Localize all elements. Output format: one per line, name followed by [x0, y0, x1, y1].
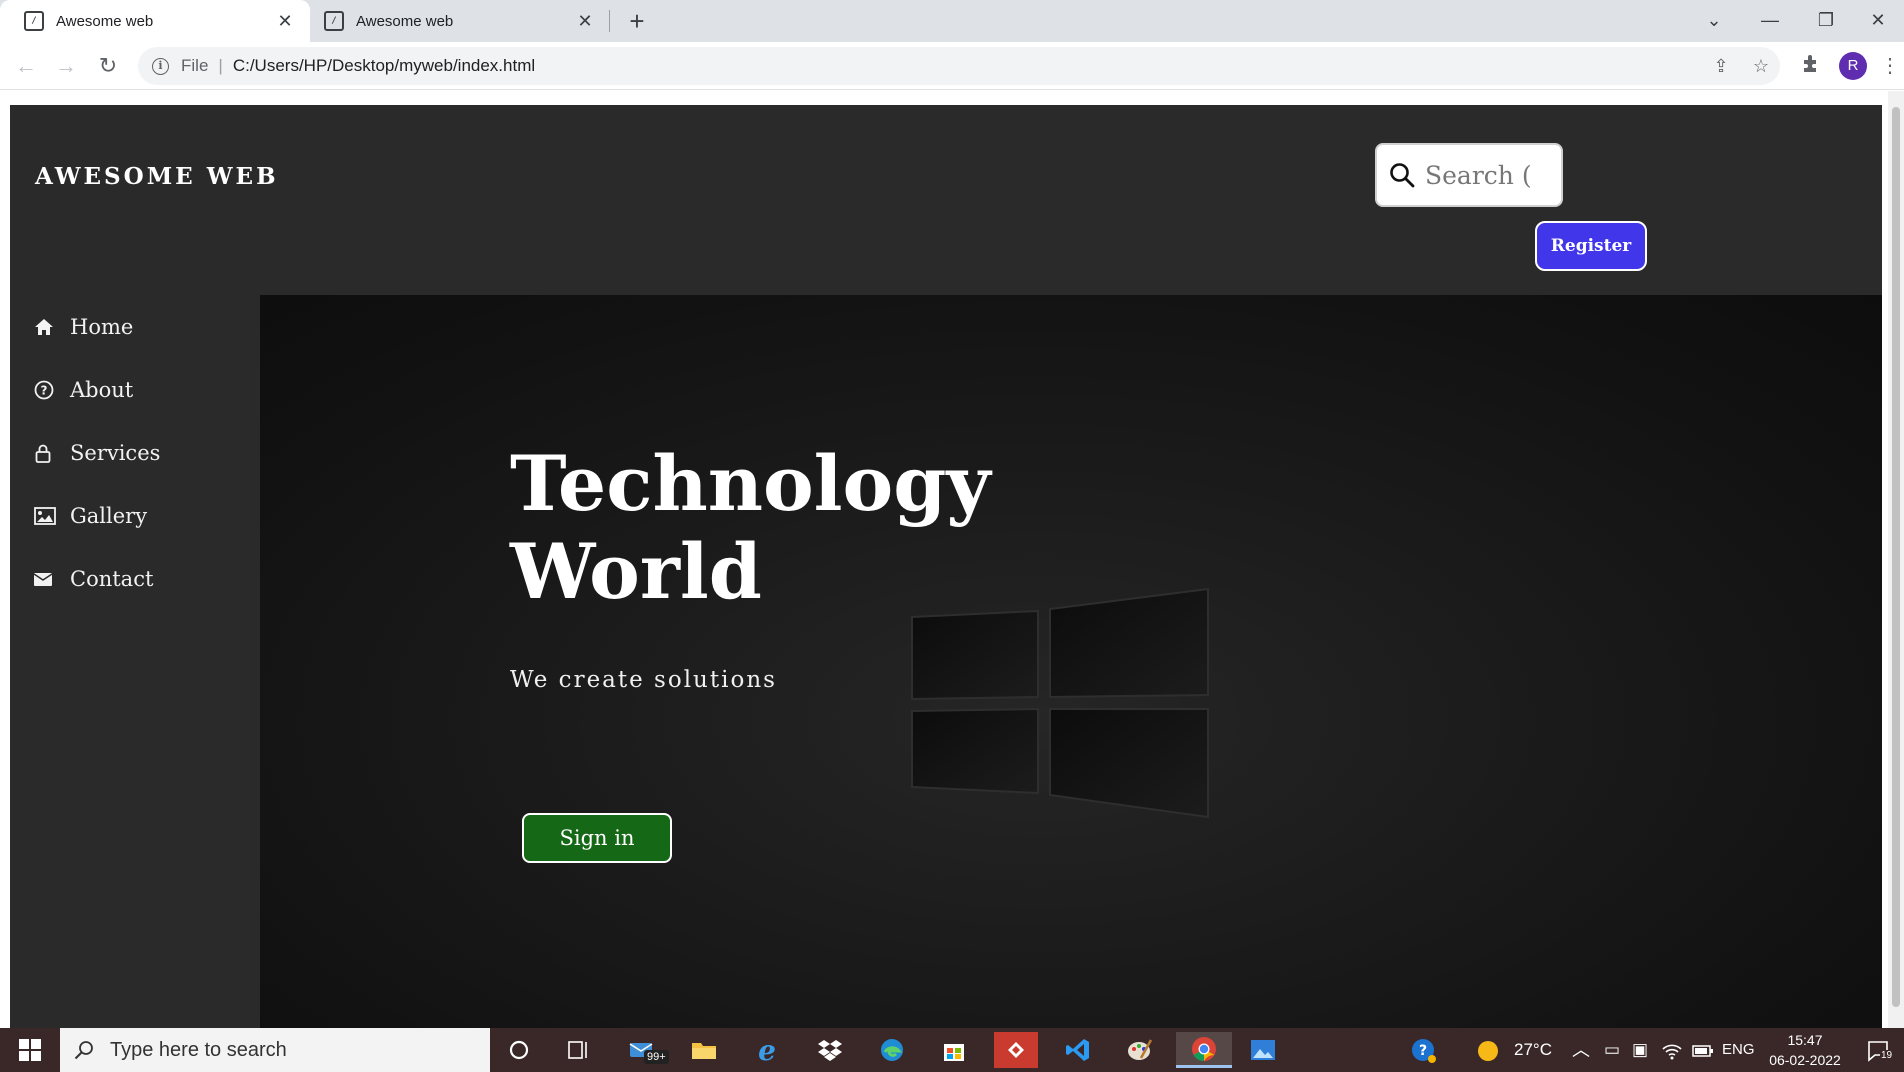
sidebar-item-services[interactable]: Services	[34, 441, 160, 465]
sidebar-item-label: Services	[70, 441, 161, 465]
mail-icon[interactable]: 99+	[620, 1032, 669, 1068]
taskbar: Type here to search 99+ e ? 27°C ︿ ▭ ▣ E…	[0, 1028, 1904, 1072]
url-divider: |	[218, 56, 223, 75]
more-options-icon[interactable]: ⋮	[1880, 52, 1900, 80]
star-icon[interactable]: ☆	[1746, 47, 1776, 85]
task-view-icon[interactable]	[557, 1032, 601, 1068]
scrollbar[interactable]	[1888, 91, 1904, 1028]
browser-tab-bar: / Awesome web ✕ / Awesome web ✕ + ⌄ — ❐ …	[0, 0, 1904, 42]
browser-tab[interactable]: / Awesome web ✕	[300, 0, 610, 42]
sidebar-item-label: About	[70, 378, 134, 402]
brand-logo[interactable]: AWESOME WEB	[35, 163, 279, 190]
photos-icon[interactable]	[1241, 1032, 1285, 1068]
envelope-icon	[34, 572, 60, 586]
tab-title: Awesome web	[56, 12, 154, 30]
weather-temperature[interactable]: 27°C	[1514, 1028, 1552, 1072]
back-icon[interactable]: ←	[10, 50, 42, 82]
share-icon[interactable]: ⇪	[1706, 47, 1736, 85]
close-tab-icon[interactable]: ✕	[274, 11, 296, 32]
page-viewport: AWESOME WEB Register Home ?	[0, 91, 1904, 1028]
hero-title: Technology World	[510, 440, 1110, 616]
image-icon	[34, 507, 60, 525]
hero-subtitle: We create solutions	[510, 667, 777, 693]
url-text[interactable]: C:/Users/HP/Desktop/myweb/index.html	[233, 56, 535, 76]
help-icon[interactable]: ?	[1410, 1028, 1438, 1072]
tab-divider	[609, 10, 610, 32]
address-bar[interactable]: i File | C:/Users/HP/Desktop/myweb/index…	[138, 47, 1780, 85]
search-input[interactable]	[1425, 160, 1545, 190]
sidebar-item-contact[interactable]: Contact	[34, 567, 153, 591]
chrome-icon[interactable]	[1176, 1032, 1232, 1068]
language-indicator[interactable]: ENG	[1722, 1028, 1755, 1072]
web-page: AWESOME WEB Register Home ?	[10, 105, 1882, 1028]
edge-icon[interactable]	[870, 1032, 914, 1068]
windows-logo-background	[911, 587, 1209, 819]
avatar[interactable]: R	[1839, 52, 1867, 80]
clock[interactable]: 15:47 06-02-2022	[1760, 1030, 1850, 1070]
vscode-icon[interactable]	[1056, 1032, 1100, 1068]
search-icon	[74, 1041, 93, 1060]
reload-icon[interactable]: ↻	[92, 50, 124, 82]
close-tab-icon[interactable]: ✕	[574, 11, 596, 32]
internet-explorer-icon[interactable]: e	[745, 1032, 789, 1068]
restore-icon[interactable]: ❐	[1798, 0, 1854, 42]
hero-title-line: World	[510, 527, 762, 616]
display-icon[interactable]: ▣	[1632, 1028, 1648, 1072]
anydesk-icon[interactable]	[994, 1032, 1038, 1068]
browser-toolbar: ← → ↻ i File | C:/Users/HP/Desktop/myweb…	[0, 42, 1904, 90]
sign-in-button[interactable]: Sign in	[522, 813, 672, 863]
sidebar-item-about[interactable]: ? About	[34, 378, 133, 402]
info-icon[interactable]: i	[152, 57, 169, 75]
home-icon	[34, 318, 60, 336]
svg-text:?: ?	[41, 384, 48, 398]
wifi-icon[interactable]	[1662, 1028, 1682, 1072]
dropbox-icon[interactable]	[808, 1032, 852, 1068]
hero-title-line: Technology	[510, 439, 991, 528]
taskbar-search-placeholder: Type here to search	[110, 1038, 287, 1061]
search-box[interactable]	[1375, 143, 1563, 207]
meet-now-icon[interactable]: ▭	[1604, 1028, 1620, 1072]
taskbar-search-box[interactable]: Type here to search	[60, 1028, 490, 1072]
file-explorer-icon[interactable]	[682, 1032, 726, 1068]
clock-date: 06-02-2022	[1769, 1052, 1841, 1068]
close-window-icon[interactable]: ✕	[1850, 0, 1904, 42]
url-scheme: File	[181, 56, 209, 75]
cortana-icon[interactable]	[497, 1032, 541, 1068]
register-button[interactable]: Register	[1535, 221, 1647, 271]
hero-section: Technology World We create solutions Sig…	[260, 295, 1882, 1028]
store-icon[interactable]	[932, 1032, 976, 1068]
sidebar: Home ? About Services Gallery Contact	[10, 295, 260, 1028]
browser-tab-active[interactable]: / Awesome web ✕	[0, 0, 310, 42]
notifications-icon[interactable]: 19	[1866, 1028, 1894, 1072]
site-header: AWESOME WEB Register	[10, 105, 1882, 295]
mail-badge: 99+	[644, 1050, 669, 1064]
windows-start-icon[interactable]	[0, 1028, 60, 1072]
puzzle-icon[interactable]	[1796, 47, 1826, 85]
svg-text:?: ?	[1419, 1043, 1427, 1059]
sidebar-item-gallery[interactable]: Gallery	[34, 504, 147, 528]
minimize-icon[interactable]: —	[1742, 0, 1798, 42]
sidebar-item-home[interactable]: Home	[34, 315, 133, 339]
paint-icon[interactable]	[1118, 1032, 1162, 1068]
lock-icon	[34, 443, 60, 463]
chevron-up-icon[interactable]: ︿	[1572, 1028, 1590, 1072]
plus-icon[interactable]: +	[622, 6, 652, 36]
scrollbar-thumb[interactable]	[1892, 107, 1900, 1007]
sidebar-item-label: Home	[70, 315, 134, 339]
battery-icon[interactable]	[1692, 1028, 1714, 1072]
tab-search-icon[interactable]: ⌄	[1686, 0, 1742, 42]
weather-icon[interactable]	[1476, 1028, 1500, 1072]
tab-title: Awesome web	[356, 12, 454, 30]
code-file-icon: /	[24, 11, 44, 31]
forward-icon[interactable]: →	[50, 50, 82, 82]
code-file-icon: /	[324, 11, 344, 31]
sidebar-item-label: Contact	[70, 567, 154, 591]
search-icon	[1390, 163, 1415, 188]
clock-time: 15:47	[1787, 1032, 1823, 1048]
sidebar-item-label: Gallery	[70, 504, 148, 528]
notification-count: 19	[1880, 1050, 1894, 1062]
question-circle-icon: ?	[34, 380, 60, 400]
